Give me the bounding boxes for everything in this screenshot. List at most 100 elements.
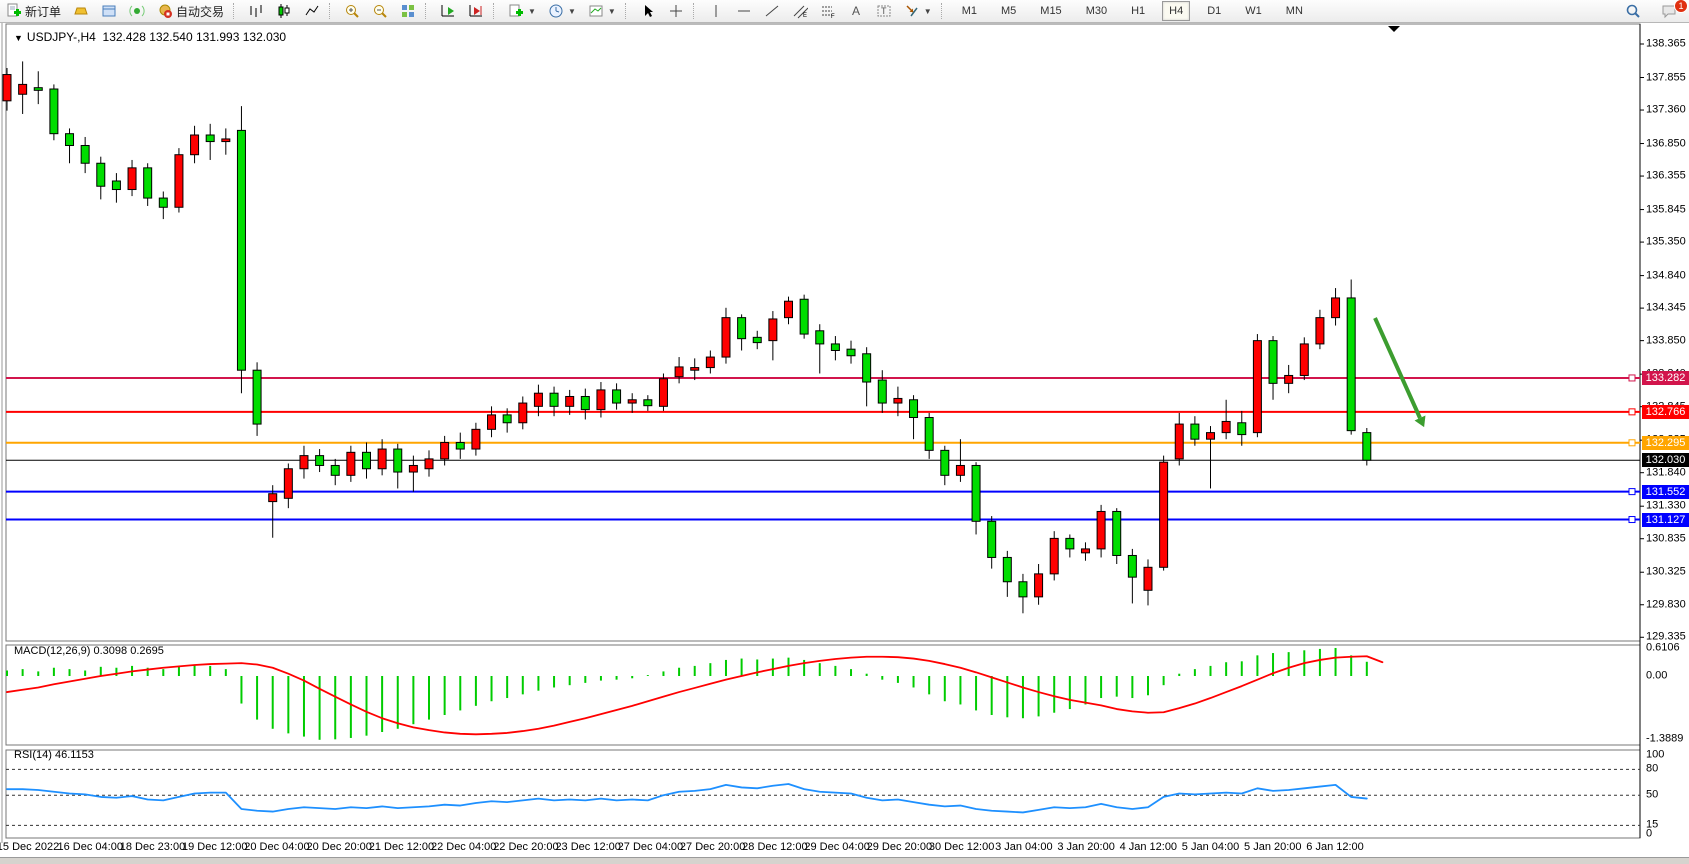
candle — [34, 71, 42, 104]
time-axis-label: 27 Dec 20:00 — [680, 841, 745, 853]
close-value: 132.030 — [243, 30, 286, 44]
zoom-out-button[interactable] — [367, 2, 393, 20]
timeframe-button-m5[interactable]: M5 — [994, 1, 1023, 21]
high-value: 132.540 — [149, 30, 192, 44]
chart-shift-marker — [1388, 26, 1400, 32]
vertical-line-icon — [708, 3, 724, 19]
candle — [1175, 413, 1183, 466]
text-tool-button[interactable]: A — [843, 2, 869, 20]
tile-windows-button[interactable] — [395, 2, 421, 20]
fibonacci-icon: F — [820, 3, 836, 19]
price-axis-label: 136.850 — [1646, 137, 1686, 150]
rsi-axis-label: 100 — [1646, 749, 1664, 762]
auto-trading-button[interactable]: 自动交易 — [152, 2, 229, 20]
new-order-button[interactable]: 新订单 — [1, 2, 66, 20]
horizontal-line-tool-button[interactable] — [731, 2, 757, 20]
mt4-terminal-window: 新订单 自动交易 ▼ ▼ ▼ E F A T ▼ M1 M5 M15 M30 H1 H4 D1 W1 MN 1 ▼U… — [0, 0, 1689, 864]
new-chart-button[interactable]: ▼ — [503, 2, 541, 20]
cursor-tool-button[interactable] — [635, 2, 661, 20]
candle — [722, 308, 730, 364]
price-axis-label: 131.840 — [1646, 466, 1686, 479]
candle — [1269, 336, 1277, 400]
time-axis-label: 30 Dec 12:00 — [929, 841, 994, 853]
line-chart-button[interactable] — [299, 2, 325, 20]
timeframe-button-m1[interactable]: M1 — [955, 1, 984, 21]
bar-chart-button[interactable] — [243, 2, 269, 20]
svg-text:F: F — [831, 14, 835, 19]
quotes-button[interactable] — [68, 2, 94, 20]
trendline-tool-button[interactable] — [759, 2, 785, 20]
market-watch-button[interactable] — [96, 2, 122, 20]
candle — [785, 297, 793, 325]
chevron-down-icon: ▼ — [568, 7, 576, 16]
fibonacci-tool-button[interactable]: F — [815, 2, 841, 20]
candle — [206, 124, 214, 160]
time-axis-label: 22 Dec 20:00 — [493, 841, 558, 853]
timeframe-button-d1[interactable]: D1 — [1200, 1, 1228, 21]
time-axis-label: 22 Dec 04:00 — [431, 841, 496, 853]
price-axis-label: 138.365 — [1646, 38, 1686, 51]
channel-tool-button[interactable]: E — [787, 2, 813, 20]
chart-window: ▼USDJPY-,H4 132.428 132.540 131.993 132.… — [0, 23, 1689, 857]
toolbar-right-group: 1 — [1619, 0, 1683, 22]
rsi-indicator-label: RSI(14) 46.1153 — [14, 749, 94, 761]
candle — [191, 126, 199, 163]
arrows-tool-button[interactable]: ▼ — [899, 2, 937, 20]
signal-icon — [129, 3, 145, 19]
candle — [878, 370, 886, 413]
rsi-axis-label: 0 — [1646, 828, 1652, 841]
candle — [175, 148, 183, 212]
candle — [1035, 564, 1043, 605]
timeframe-button-w1[interactable]: W1 — [1238, 1, 1269, 21]
crosshair-tool-button[interactable] — [663, 2, 689, 20]
search-button[interactable] — [1620, 2, 1646, 20]
candle — [222, 128, 230, 154]
price-axis-label: 133.850 — [1646, 334, 1686, 347]
hline-price-label: 133.282 — [1642, 371, 1689, 385]
zoom-in-button[interactable] — [339, 2, 365, 20]
candle — [675, 357, 683, 383]
rsi-axis-label: 50 — [1646, 789, 1658, 802]
candle — [691, 358, 699, 380]
timeframe-button-m30[interactable]: M30 — [1079, 1, 1114, 21]
text-a-icon: A — [848, 3, 864, 19]
open-value: 132.428 — [103, 30, 146, 44]
timeframe-button-mn[interactable]: MN — [1279, 1, 1310, 21]
candle — [409, 456, 417, 492]
candle — [753, 331, 761, 349]
vertical-line-tool-button[interactable] — [703, 2, 729, 20]
timeframe-button-m15[interactable]: M15 — [1033, 1, 1068, 21]
chat-button[interactable]: 1 — [1656, 2, 1682, 20]
svg-text:T: T — [881, 6, 887, 16]
window-bottom-strip — [0, 857, 1689, 864]
timeframe-button-h1[interactable]: H1 — [1124, 1, 1152, 21]
candle — [253, 362, 261, 436]
candle — [988, 516, 996, 569]
timeframe-button-h4[interactable]: H4 — [1162, 1, 1190, 21]
periods-button[interactable]: ▼ — [543, 2, 581, 20]
candle — [1019, 574, 1027, 613]
candle — [769, 311, 777, 360]
candle — [284, 463, 292, 508]
candle — [925, 413, 933, 459]
time-axis-label: 5 Jan 20:00 — [1244, 841, 1302, 853]
candlestick-chart-button[interactable] — [271, 2, 297, 20]
candle — [237, 106, 245, 393]
search-icon — [1625, 3, 1641, 19]
auto-scroll-button[interactable] — [435, 2, 461, 20]
channel-icon: E — [792, 3, 808, 19]
chart-shift-button[interactable] — [463, 2, 489, 20]
chevron-down-icon[interactable]: ▼ — [14, 33, 23, 43]
candle — [159, 191, 167, 219]
chart-canvas[interactable] — [0, 23, 1689, 857]
candle — [19, 61, 27, 114]
candle — [644, 395, 652, 411]
low-value: 131.993 — [196, 30, 239, 44]
price-axis-label: 130.325 — [1646, 566, 1686, 579]
candle — [441, 436, 449, 466]
text-label-tool-button[interactable]: T — [871, 2, 897, 20]
time-axis-label: 16 Dec 04:00 — [58, 841, 123, 853]
templates-button[interactable]: ▼ — [583, 2, 621, 20]
signals-button[interactable] — [124, 2, 150, 20]
time-axis-label: 29 Dec 04:00 — [804, 841, 869, 853]
